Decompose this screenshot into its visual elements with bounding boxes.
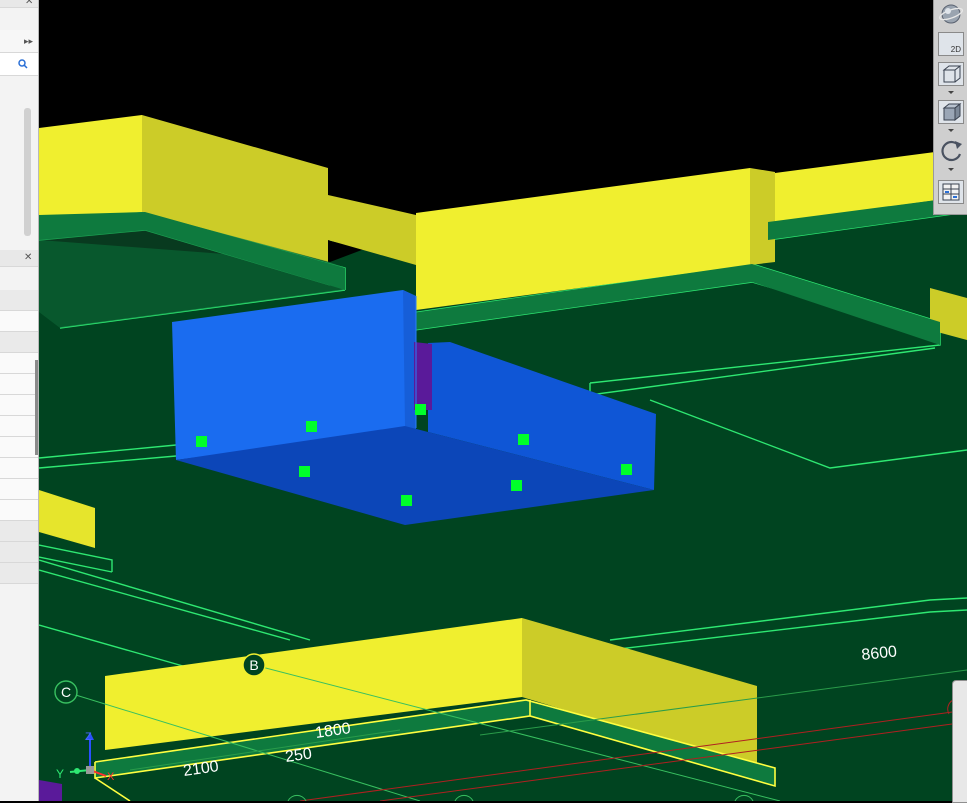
side-panel: ✕ ▸▸ ✕ [0, 0, 39, 801]
solid-view-button[interactable] [938, 100, 964, 124]
expand-arrows-icon[interactable]: ▸▸ [24, 36, 33, 46]
control-point[interactable] [621, 464, 632, 475]
list-item[interactable] [0, 290, 38, 311]
rotate-icon [941, 140, 962, 162]
list-item[interactable] [0, 374, 38, 395]
wireframe-box-icon [942, 65, 962, 83]
rotate-menu-caret[interactable] [948, 168, 954, 171]
list-item[interactable] [0, 353, 38, 374]
view-toolbar: 2D [933, 0, 967, 215]
close-icon[interactable]: ✕ [24, 253, 32, 263]
2d-view-button[interactable]: 2D [938, 32, 964, 56]
panel-header-2: ✕ [0, 250, 38, 267]
beam-side-center [750, 168, 775, 265]
list-item[interactable] [0, 542, 38, 563]
grid-label-b: B [249, 657, 258, 673]
list-item[interactable] [0, 437, 38, 458]
panel-splitter[interactable] [35, 360, 38, 455]
rotate-button[interactable] [938, 138, 964, 162]
grid-bubble-b[interactable]: B [242, 653, 266, 677]
control-point[interactable] [306, 421, 317, 432]
control-point[interactable] [299, 466, 310, 477]
control-point[interactable] [196, 436, 207, 447]
close-icon[interactable]: ✕ [25, 0, 33, 7]
scrollbar-thumb[interactable] [24, 108, 31, 236]
solid-box-icon [942, 102, 962, 122]
wireframe-menu-caret[interactable] [948, 91, 954, 94]
list-item[interactable] [0, 479, 38, 500]
control-point[interactable] [415, 404, 426, 415]
view-settings-icon [942, 183, 960, 201]
axis-label-y: Y [56, 767, 64, 781]
axis-label-x: X [107, 771, 115, 783]
list-item[interactable] [0, 416, 38, 437]
grid-label-c: C [61, 684, 71, 700]
3d-viewport[interactable]: B C 8600 1800 250 2100 Z Y X [39, 0, 967, 801]
control-point[interactable] [401, 495, 412, 506]
panel-header: ✕ [0, 0, 38, 8]
column[interactable] [414, 342, 432, 410]
list-item[interactable] [0, 311, 38, 332]
axis-label-z: Z [85, 731, 92, 743]
search-icon[interactable] [18, 59, 28, 69]
scene-canvas[interactable]: B C 8600 1800 250 2100 Z Y X [39, 0, 967, 801]
list-item[interactable] [0, 395, 38, 416]
solid-menu-caret[interactable] [948, 129, 954, 132]
navigation-widget[interactable] [952, 680, 967, 803]
list-item[interactable] [0, 521, 38, 542]
wireframe-view-button[interactable] [938, 62, 964, 86]
orbit-button[interactable] [938, 2, 964, 26]
beam-top-left[interactable] [39, 115, 142, 222]
list-item[interactable] [0, 332, 38, 353]
control-point[interactable] [511, 480, 522, 491]
panel-toolbar-row: ▸▸ [0, 30, 38, 53]
list-item[interactable] [0, 500, 38, 521]
search-row[interactable] [0, 53, 38, 76]
2d-view-label: 2D [950, 45, 961, 54]
grid-bubble-c[interactable]: C [54, 680, 78, 704]
list-item[interactable] [0, 563, 38, 584]
view-settings-button[interactable] [938, 180, 964, 204]
orbit-sphere-icon [938, 4, 964, 24]
control-point[interactable] [518, 434, 529, 445]
list-item[interactable] [0, 458, 38, 479]
